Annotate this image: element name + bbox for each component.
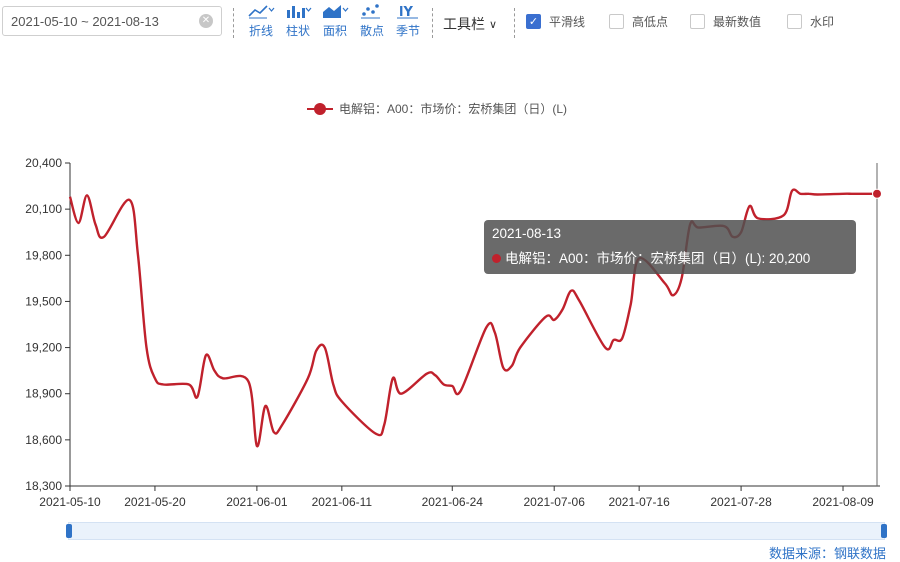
chart-type-bar-button[interactable]: 柱状 <box>280 2 316 42</box>
tooltip-value: 电解铝：A00：市场价：宏桥集团（日）(L): 20,200 <box>505 251 811 266</box>
chart-type-label: 柱状 <box>285 24 310 38</box>
chart-type-label: 折线 <box>248 24 273 38</box>
line-chart-icon <box>248 5 275 19</box>
y-tick-label: 18,600 <box>25 433 62 447</box>
chart-type-line-button[interactable]: 折线 <box>243 2 279 42</box>
hover-point <box>872 188 882 199</box>
y-tick-label: 20,400 <box>25 156 62 170</box>
bar-chart-icon <box>287 6 312 18</box>
chart-type-season-button[interactable]: lY 季节 <box>390 2 426 42</box>
toolbar-divider <box>514 8 515 38</box>
x-tick-label: 2021-06-24 <box>422 495 484 509</box>
checkbox-icon <box>690 14 705 29</box>
chart-type-area-button[interactable]: 面积 <box>317 2 353 42</box>
chart-legend[interactable]: 电解铝：A00：市场价：宏桥集团（日）(L) <box>307 100 567 117</box>
chart-type-scatter-button[interactable]: 散点 <box>354 2 390 42</box>
date-range-value: 2021-05-10 ~ 2021-08-13 <box>11 13 159 29</box>
legend-label: 电解铝：A00：市场价：宏桥集团（日）(L) <box>339 102 568 116</box>
x-tick-label: 2021-06-01 <box>226 495 288 509</box>
tooltip-date: 2021-08-13 <box>492 226 562 241</box>
chart-type-label: 季节 <box>395 24 420 38</box>
x-tick-label: 2021-08-09 <box>812 495 874 509</box>
chart-type-label: 散点 <box>359 24 384 38</box>
x-tick-label: 2021-07-28 <box>710 495 772 509</box>
checkbox-label: 水印 <box>810 15 835 29</box>
x-tick-label: 2021-07-16 <box>608 495 670 509</box>
checkbox-label: 最新数值 <box>713 15 762 29</box>
checkbox-icon <box>787 14 802 29</box>
slider-right-handle[interactable] <box>881 524 887 538</box>
y-tick-label: 19,500 <box>25 294 62 308</box>
x-tick-label: 2021-05-10 <box>39 495 101 509</box>
scatter-chart-icon <box>361 4 380 19</box>
y-tick-label: 19,800 <box>25 248 62 262</box>
y-tick-label: 19,200 <box>25 341 62 355</box>
smooth-line-checkbox[interactable]: ✓ 平滑线 <box>526 13 585 30</box>
season-chart-icon: lY <box>397 5 418 20</box>
checkbox-label: 平滑线 <box>549 15 586 29</box>
toolbar-divider <box>233 8 234 38</box>
tools-dropdown[interactable]: 工具栏 ∨ <box>443 14 497 34</box>
x-tick-label: 2021-05-20 <box>124 495 186 509</box>
chart-type-label: 面积 <box>322 24 347 38</box>
y-tick-label: 18,300 <box>25 479 62 493</box>
datazoom-slider[interactable] <box>66 522 887 540</box>
y-tick-label: 18,900 <box>25 387 62 401</box>
data-source-link[interactable]: 数据来源：钢联数据 <box>769 543 886 562</box>
high-low-checkbox[interactable]: 高低点 <box>609 13 668 30</box>
slider-left-handle[interactable] <box>66 524 72 538</box>
checkbox-label: 高低点 <box>632 15 669 29</box>
date-range-picker[interactable]: 2021-05-10 ~ 2021-08-13 ✕ <box>2 6 222 36</box>
checkbox-checked-icon: ✓ <box>526 14 541 29</box>
watermark-checkbox[interactable]: 水印 <box>787 13 834 30</box>
x-tick-label: 2021-07-06 <box>524 495 586 509</box>
chevron-down-icon: ∨ <box>489 18 498 31</box>
chart-tooltip: 2021-08-13 电解铝：A00：市场价：宏桥集团（日）(L): 20,20… <box>484 220 856 274</box>
x-tick-label: 2021-06-11 <box>312 495 373 509</box>
area-chart-icon <box>323 5 349 18</box>
line-chart: 20,400 20,100 19,800 19,500 19,200 18,900 18,6… <box>25 156 882 509</box>
y-tick-label: 20,100 <box>25 202 62 216</box>
clear-icon[interactable]: ✕ <box>199 14 213 28</box>
legend-swatch-icon <box>307 102 333 115</box>
latest-value-checkbox[interactable]: 最新数值 <box>690 13 761 30</box>
toolbar: 2021-05-10 ~ 2021-08-13 ✕ 折线 柱状 面积 散点 lY… <box>0 0 900 46</box>
toolbar-divider <box>432 8 433 38</box>
tooltip-dot-icon <box>492 254 501 263</box>
tools-label: 工具栏 <box>443 16 485 32</box>
checkbox-icon <box>609 14 624 29</box>
